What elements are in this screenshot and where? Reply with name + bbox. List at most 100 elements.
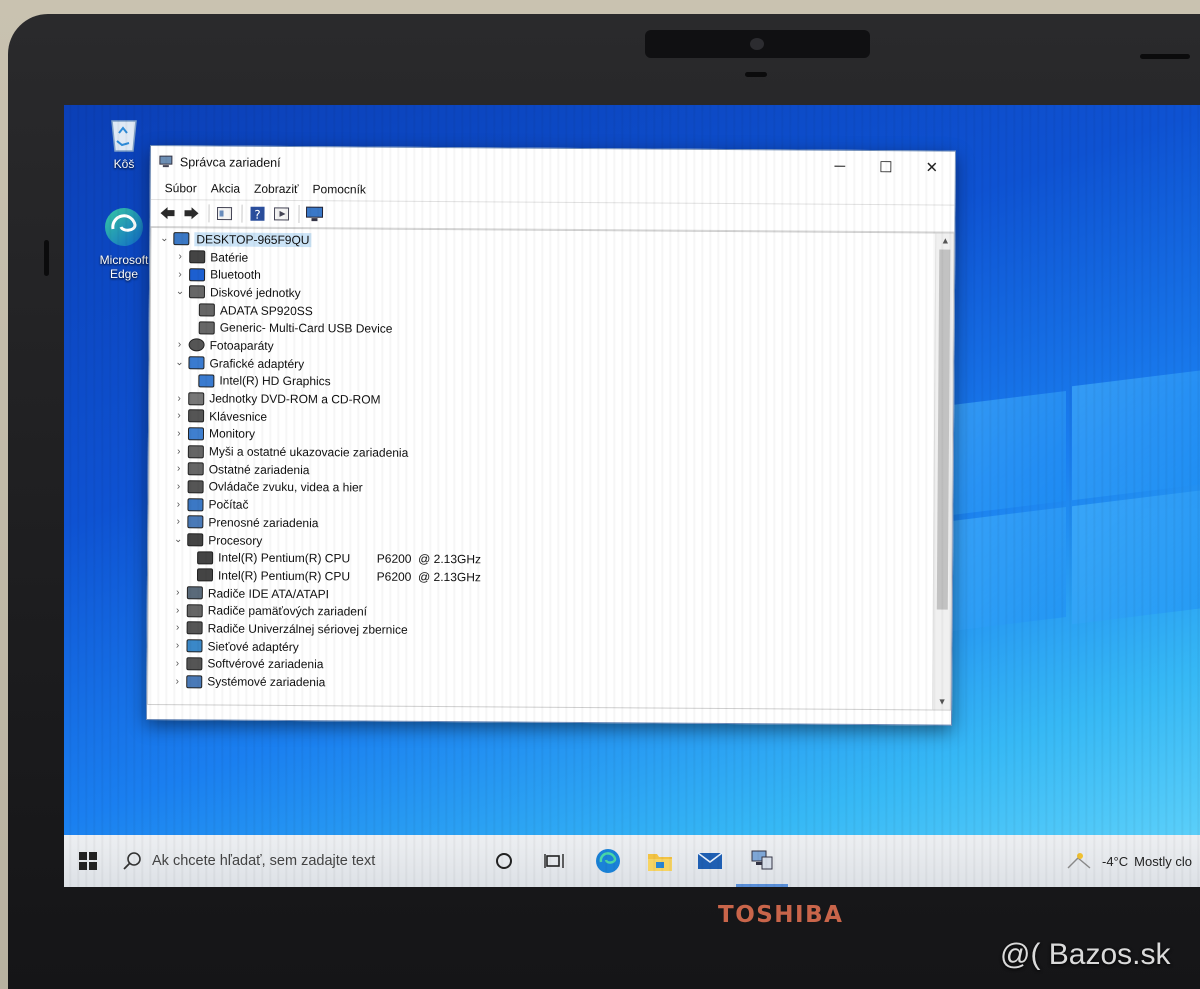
chevron-right-icon[interactable]: ›: [170, 676, 184, 687]
disk-icon: [198, 321, 215, 335]
windows-start-icon: [79, 852, 97, 870]
toolbar-separator: [241, 204, 243, 223]
menu-help[interactable]: Pomocník: [306, 182, 373, 196]
file-explorer-icon[interactable]: [634, 835, 686, 887]
tree-node-label: Počítač: [208, 497, 249, 512]
vertical-scrollbar[interactable]: ▲ ▼: [932, 233, 954, 710]
bezel-slot: [1140, 54, 1190, 59]
help-icon[interactable]: ?: [246, 204, 268, 224]
view-icon[interactable]: [270, 204, 292, 224]
cortana-icon[interactable]: [478, 835, 530, 887]
desktop-icon-label: Microsoft Edge: [99, 253, 149, 281]
dvd-icon: [188, 391, 205, 405]
speaker-icon: [187, 480, 204, 494]
chevron-right-icon[interactable]: ›: [171, 623, 185, 634]
webcam-led: [745, 72, 767, 77]
weather-temp[interactable]: -4°C: [1102, 854, 1128, 869]
tree-node-label: Intel(R) Pentium(R) CPU P6200 @ 2.13GHz: [218, 550, 482, 567]
properties-icon[interactable]: [213, 203, 235, 223]
back-arrow-icon[interactable]: [156, 203, 178, 223]
menu-file[interactable]: Súbor: [158, 181, 204, 195]
chevron-right-icon[interactable]: ›: [170, 658, 184, 669]
chevron-down-icon[interactable]: ⌄: [172, 357, 186, 368]
chevron-right-icon[interactable]: ›: [171, 499, 185, 510]
chevron-right-icon[interactable]: ›: [171, 587, 185, 598]
tree-node-label: Batérie: [210, 249, 249, 265]
chevron-down-icon[interactable]: ⌄: [171, 534, 185, 545]
mail-icon[interactable]: [684, 835, 736, 887]
tree-node-label: Klávesnice: [209, 409, 268, 424]
chevron-down-icon[interactable]: ⌄: [173, 287, 187, 298]
screen: Kôš Microsoft Edge Správca zariadení ─ ☐…: [64, 105, 1200, 887]
chevron-down-icon[interactable]: ⌄: [157, 233, 171, 244]
monitor-icon[interactable]: [303, 204, 325, 224]
tree-node-label: Monitory: [208, 426, 256, 442]
weather-desc[interactable]: Mostly clo: [1134, 854, 1192, 869]
chevron-right-icon[interactable]: ›: [172, 393, 186, 404]
computer-icon: [187, 497, 204, 512]
disk-icon: [198, 303, 215, 317]
weather-icon[interactable]: [1064, 850, 1094, 872]
taskbar: Ak chcete hľadať, sem zadajte text -4°C …: [64, 835, 1200, 887]
tree-node-label: Bluetooth: [210, 267, 261, 282]
tree-node-label: Myši a ostatné ukazovacie zariadenia: [208, 444, 409, 460]
tree-node-label: Grafické adaptéry: [209, 356, 305, 371]
photo: Kôš Microsoft Edge Správca zariadení ─ ☐…: [0, 0, 1200, 989]
window-title: Správca zariadení: [179, 154, 281, 170]
tree-node-label: Jednotky DVD-ROM a CD-ROM: [209, 391, 381, 407]
menu-view[interactable]: Zobraziť: [247, 182, 306, 196]
tree-node-label: Sieťové adaptéry: [207, 639, 299, 654]
recycle-bin-icon: [111, 120, 137, 152]
device-manager-icon: [159, 155, 173, 168]
close-button[interactable]: ✕: [909, 151, 955, 182]
tree-node-label: ADATA SP920SS: [219, 303, 313, 318]
keyboard-icon: [188, 409, 205, 423]
chevron-right-icon[interactable]: ›: [172, 481, 186, 492]
scroll-up-icon[interactable]: ▲: [936, 233, 954, 248]
edge-icon: [105, 208, 143, 246]
chevron-right-icon[interactable]: ›: [171, 517, 185, 528]
task-view-icon[interactable]: [528, 835, 580, 887]
tree-node-label: Ostatné zariadenia: [208, 462, 310, 477]
tree-node-label: DESKTOP-965F9QU: [194, 232, 312, 247]
desktop-icon-recycle-bin[interactable]: Kôš: [89, 115, 159, 171]
tree-node-label: Intel(R) HD Graphics: [219, 373, 331, 389]
windows-logo-icon: [944, 370, 1200, 656]
system-device-icon: [186, 674, 203, 688]
chevron-right-icon[interactable]: ›: [172, 410, 186, 421]
tree-node-label: Ovládače zvuku, videa a hier: [208, 479, 363, 495]
toolbar-separator: [298, 205, 300, 224]
tree-node-label: Softvérové zariadenia: [207, 656, 324, 672]
minimize-button[interactable]: ─: [817, 151, 863, 182]
start-button[interactable]: [64, 835, 112, 887]
chevron-right-icon[interactable]: ›: [170, 640, 184, 651]
display-adapter-icon: [188, 356, 205, 370]
edge-icon[interactable]: [582, 835, 634, 887]
chevron-right-icon[interactable]: ›: [173, 269, 187, 280]
device-manager-icon[interactable]: [736, 835, 788, 887]
chevron-right-icon[interactable]: ›: [172, 428, 186, 439]
device-tree: ⌄ DESKTOP-965F9QU › Batérie › Bluetooth ⌄ Disko…: [154, 230, 931, 695]
desktop-icon-label: Kôš: [113, 157, 135, 171]
chevron-right-icon[interactable]: ›: [171, 605, 185, 616]
tree-node-label: Radiče Univerzálnej sériovej zbernice: [207, 621, 408, 637]
device-tree-pane[interactable]: ⌄ DESKTOP-965F9QU › Batérie › Bluetooth ⌄ Disko…: [147, 227, 955, 711]
toshiba-logo: TOSHIBA: [718, 902, 844, 928]
scrollbar-thumb[interactable]: [936, 249, 951, 610]
chevron-right-icon[interactable]: ›: [172, 463, 186, 474]
bluetooth-icon: [189, 267, 206, 282]
forward-arrow-icon[interactable]: [180, 203, 202, 223]
portable-device-icon: [187, 515, 204, 529]
maximize-button[interactable]: ☐: [863, 151, 909, 182]
chevron-right-icon[interactable]: ›: [173, 251, 187, 262]
usb-icon: [186, 621, 203, 635]
chevron-right-icon[interactable]: ›: [172, 446, 186, 457]
device-manager-window[interactable]: Správca zariadení ─ ☐ ✕ Súbor Akcia Zobr…: [145, 145, 956, 726]
taskbar-search-box[interactable]: Ak chcete hľadať, sem zadajte text: [112, 835, 452, 887]
scroll-down-icon[interactable]: ▼: [933, 694, 951, 709]
camera-icon: [188, 338, 205, 352]
mouse-icon: [187, 444, 204, 458]
chevron-right-icon[interactable]: ›: [173, 340, 187, 351]
menu-action[interactable]: Akcia: [204, 181, 247, 195]
search-placeholder: Ak chcete hľadať, sem zadajte text: [152, 853, 376, 869]
